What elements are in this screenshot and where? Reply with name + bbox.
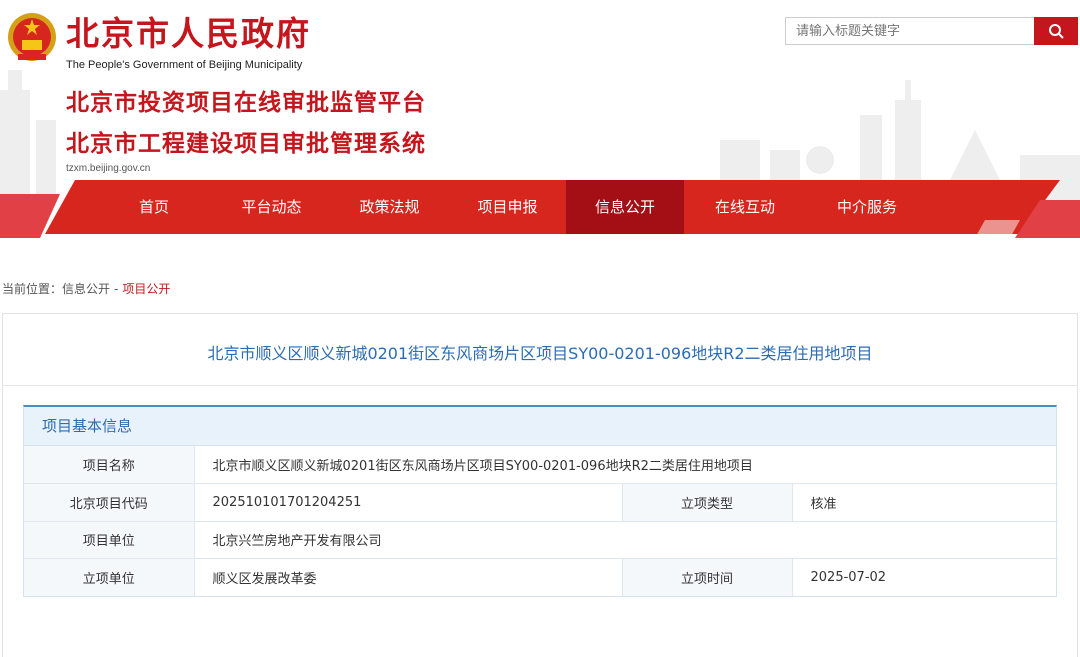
nav-info-public[interactable]: 信息公开 (566, 180, 684, 234)
search-icon (1049, 24, 1064, 39)
main-nav: 首页 平台动态 政策法规 项目申报 信息公开 在线互动 中介服务 (95, 180, 928, 234)
nav-home[interactable]: 首页 (95, 180, 213, 234)
national-emblem-icon (8, 13, 56, 61)
breadcrumb-prefix: 当前位置： (2, 282, 63, 296)
nav-online-interaction[interactable]: 在线互动 (684, 180, 806, 234)
breadcrumb-project-public[interactable]: 项目公开 (122, 282, 170, 296)
section-title: 项目基本信息 (24, 407, 1056, 446)
platform-title-2: 北京市工程建设项目审批管理系统 (66, 131, 426, 157)
table-row: 项目名称 北京市顺义区顺义新城0201街区东风商场片区项目SY00-0201-0… (24, 446, 1059, 484)
label-project-name: 项目名称 (24, 446, 195, 484)
project-title: 北京市顺义区顺义新城0201街区东风商场片区项目SY00-0201-096地块R… (207, 344, 873, 363)
project-info-section: 项目基本信息 项目名称 北京市顺义区顺义新城0201街区东风商场片区项目SY00… (23, 405, 1059, 597)
nav-policies[interactable]: 政策法规 (330, 180, 449, 234)
nav-intermediary-services[interactable]: 中介服务 (806, 180, 928, 234)
label-project-unit: 项目单位 (24, 521, 195, 559)
gov-title: 北京市人民政府 (66, 14, 311, 53)
table-row: 立项单位 顺义区发展改革委 立项时间 2025-07-02 (24, 558, 1058, 596)
label-approval-time: 立项时间 (622, 558, 793, 596)
nav-platform-news[interactable]: 平台动态 (213, 180, 330, 234)
value-project-code: 202510101701204251 (194, 483, 623, 522)
table-row: 北京项目代码 202510101701204251 立项类型 核准 (24, 483, 1059, 522)
platform-title-1: 北京市投资项目在线审批监管平台 (66, 90, 426, 116)
gov-subtitle: The People's Government of Beijing Munic… (66, 59, 303, 71)
nav-project-apply[interactable]: 项目申报 (449, 180, 566, 234)
table-row: 项目单位 北京兴竺房地产开发有限公司 (24, 521, 1059, 559)
value-approval-type: 核准 (792, 483, 1059, 522)
label-approval-unit: 立项单位 (24, 558, 195, 596)
value-project-unit: 北京兴竺房地产开发有限公司 (194, 521, 1059, 559)
title-divider (2, 385, 1078, 386)
value-approval-unit: 顺义区发展改革委 (194, 558, 623, 596)
label-project-code: 北京项目代码 (24, 483, 195, 522)
breadcrumb: 当前位置：信息公开 - 项目公开 (2, 280, 170, 297)
breadcrumb-info-public[interactable]: 信息公开 (62, 282, 110, 296)
label-approval-type: 立项类型 (622, 483, 793, 522)
search-button[interactable] (1034, 17, 1078, 45)
search-input[interactable] (785, 17, 1035, 45)
breadcrumb-separator: - (114, 282, 119, 296)
value-approval-time: 2025-07-02 (810, 570, 887, 585)
value-project-name: 北京市顺义区顺义新城0201街区东风商场片区项目SY00-0201-096地块R… (194, 446, 1059, 484)
project-info-table: 项目名称 北京市顺义区顺义新城0201街区东风商场片区项目SY00-0201-0… (24, 446, 1059, 596)
site-url: tzxm.beijing.gov.cn (66, 163, 151, 174)
